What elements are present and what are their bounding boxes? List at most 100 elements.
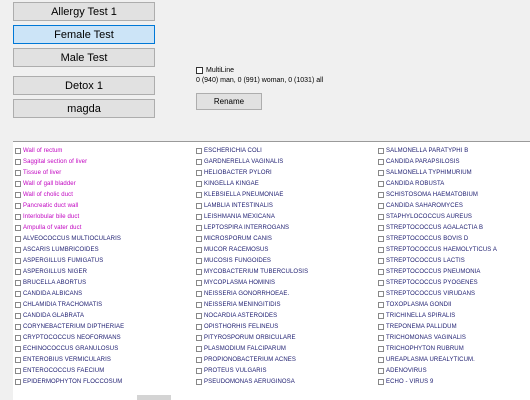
list-item[interactable]: NOCARDIA ASTEROIDES: [196, 310, 308, 321]
item-checkbox[interactable]: [378, 356, 384, 363]
list-item[interactable]: Pancreatic duct wall: [15, 200, 124, 211]
list-item[interactable]: ESCHERICHIA COLI: [196, 145, 308, 156]
list-item[interactable]: CANDIDA SAHAROMYCES: [378, 200, 497, 211]
list-item[interactable]: MYCOPLASMA HOMINIS: [196, 277, 308, 288]
list-item[interactable]: MYCOBACTERIUM TUBERCULOSIS: [196, 266, 308, 277]
item-checkbox[interactable]: [378, 378, 384, 385]
item-checkbox[interactable]: [378, 158, 384, 165]
list-item[interactable]: PITYROSPORUM ORBICULARE: [196, 332, 308, 343]
list-item[interactable]: KINGELLA KINGAE: [196, 178, 308, 189]
list-item[interactable]: STREPTOCOCCUS HAEMOLYTICUS A: [378, 244, 497, 255]
list-item[interactable]: NEISSERIA GONORRHOEAE.: [196, 288, 308, 299]
multiline-toggle[interactable]: MultiLine: [196, 65, 234, 75]
item-checkbox[interactable]: [15, 323, 21, 330]
list-item[interactable]: STREPTOCOCCUS VIRUDANS: [378, 288, 497, 299]
item-checkbox[interactable]: [15, 202, 21, 209]
test-button-detox-1[interactable]: Detox 1: [13, 76, 155, 95]
list-item[interactable]: GARDNERELLA VAGINALIS: [196, 156, 308, 167]
item-checkbox[interactable]: [378, 301, 384, 308]
item-checkbox[interactable]: [196, 301, 202, 308]
item-checkbox[interactable]: [15, 169, 21, 176]
list-item[interactable]: Saggital section of liver: [15, 156, 124, 167]
list-item[interactable]: LAMBLIA INTESTINALIS: [196, 200, 308, 211]
item-checkbox[interactable]: [378, 147, 384, 154]
rename-button[interactable]: Rename: [196, 93, 262, 110]
item-checkbox[interactable]: [15, 290, 21, 297]
item-checkbox[interactable]: [196, 246, 202, 253]
item-checkbox[interactable]: [15, 158, 21, 165]
list-item[interactable]: ASPERGILLUS NIGER: [15, 266, 124, 277]
test-button-male-test[interactable]: Male Test: [13, 48, 155, 67]
item-checkbox[interactable]: [378, 323, 384, 330]
item-checkbox[interactable]: [15, 191, 21, 198]
list-item[interactable]: STREPTOCOCCUS LACTIS: [378, 255, 497, 266]
list-item[interactable]: OPISTHORHIS FELINEUS: [196, 321, 308, 332]
item-checkbox[interactable]: [196, 268, 202, 275]
item-checkbox[interactable]: [196, 169, 202, 176]
item-checkbox[interactable]: [196, 345, 202, 352]
item-checkbox[interactable]: [196, 378, 202, 385]
item-checkbox[interactable]: [196, 312, 202, 319]
item-checkbox[interactable]: [196, 235, 202, 242]
list-item[interactable]: Wall of cholic duct: [15, 189, 124, 200]
list-item[interactable]: TRICHOPHYTON RUBRUM: [378, 343, 497, 354]
list-item[interactable]: EPIDERMOPHYTON FLOCCOSUM: [15, 376, 124, 387]
list-item[interactable]: CHLAMIDIA TRACHOMATIS: [15, 299, 124, 310]
item-checkbox[interactable]: [15, 356, 21, 363]
item-checkbox[interactable]: [15, 345, 21, 352]
item-checkbox[interactable]: [196, 356, 202, 363]
list-item[interactable]: LEPTOSPIRA INTERROGANS: [196, 222, 308, 233]
item-checkbox[interactable]: [15, 224, 21, 231]
item-checkbox[interactable]: [15, 235, 21, 242]
item-checkbox[interactable]: [15, 147, 21, 154]
list-item[interactable]: ASPERGILLUS FUMIGATUS: [15, 255, 124, 266]
test-button-magda[interactable]: magda: [13, 99, 155, 118]
list-item[interactable]: Wall of rectum: [15, 145, 124, 156]
list-item[interactable]: ECHINOCOCCUS GRANULOSUS: [15, 343, 124, 354]
list-item[interactable]: STREPTOCOCCUS PYOGENES: [378, 277, 497, 288]
list-item[interactable]: CANDIDA PARAPSILOSIS: [378, 156, 497, 167]
item-checkbox[interactable]: [378, 202, 384, 209]
item-checkbox[interactable]: [378, 312, 384, 319]
item-checkbox[interactable]: [196, 213, 202, 220]
item-checkbox[interactable]: [196, 180, 202, 187]
list-item[interactable]: UREAPLASMA UREALYTICUM.: [378, 354, 497, 365]
list-item[interactable]: Interlobular bile duct: [15, 211, 124, 222]
list-item[interactable]: CANDIDA ROBUSTA: [378, 178, 497, 189]
list-item[interactable]: KLEBSIELLA PNEUMONIAE: [196, 189, 308, 200]
list-item[interactable]: ECHO - VIRUS 9: [378, 376, 497, 387]
item-checkbox[interactable]: [378, 180, 384, 187]
list-item[interactable]: TREPONEMA PALLIDUM: [378, 321, 497, 332]
item-checkbox[interactable]: [378, 279, 384, 286]
item-checkbox[interactable]: [15, 268, 21, 275]
list-item[interactable]: TOXOPLASMA GONDII: [378, 299, 497, 310]
list-item[interactable]: STAPHYLOCOCCUS AUREUS: [378, 211, 497, 222]
item-checkbox[interactable]: [378, 213, 384, 220]
list-item[interactable]: ASCARIS LUMBRICOIDES: [15, 244, 124, 255]
item-checkbox[interactable]: [196, 147, 202, 154]
item-checkbox[interactable]: [15, 367, 21, 374]
item-checkbox[interactable]: [15, 180, 21, 187]
list-item[interactable]: MUCOR RACEMOSUS: [196, 244, 308, 255]
list-item[interactable]: ENTEROCOCCUS FAECIUM: [15, 365, 124, 376]
item-checkbox[interactable]: [378, 334, 384, 341]
list-item[interactable]: BRUCELLA ABORTUS: [15, 277, 124, 288]
item-checkbox[interactable]: [196, 191, 202, 198]
list-item[interactable]: CANDIDA GLABRATA: [15, 310, 124, 321]
list-item[interactable]: NEISSERIA MENINGITIDIS: [196, 299, 308, 310]
list-item[interactable]: MICROSPORUM CANIS: [196, 233, 308, 244]
list-item[interactable]: PLASMODIUM FALCIPARUM: [196, 343, 308, 354]
multiline-checkbox[interactable]: [196, 66, 203, 74]
item-checkbox[interactable]: [196, 290, 202, 297]
list-item[interactable]: PROTEUS VULGARIS: [196, 365, 308, 376]
list-item[interactable]: CRYPTOCOCCUS NEOFORMANS: [15, 332, 124, 343]
item-checkbox[interactable]: [378, 246, 384, 253]
horizontal-scrollbar-thumb[interactable]: [137, 395, 171, 400]
item-checkbox[interactable]: [15, 334, 21, 341]
list-item[interactable]: ADENOVIRUS: [378, 365, 497, 376]
list-item[interactable]: PROPIONOBACTERIUM ACNES: [196, 354, 308, 365]
list-item[interactable]: SCHISTOSOMA HAEMATOBIUM: [378, 189, 497, 200]
item-checkbox[interactable]: [15, 378, 21, 385]
list-item[interactable]: Tissue of liver: [15, 167, 124, 178]
list-item[interactable]: Ampulla of vater duct: [15, 222, 124, 233]
